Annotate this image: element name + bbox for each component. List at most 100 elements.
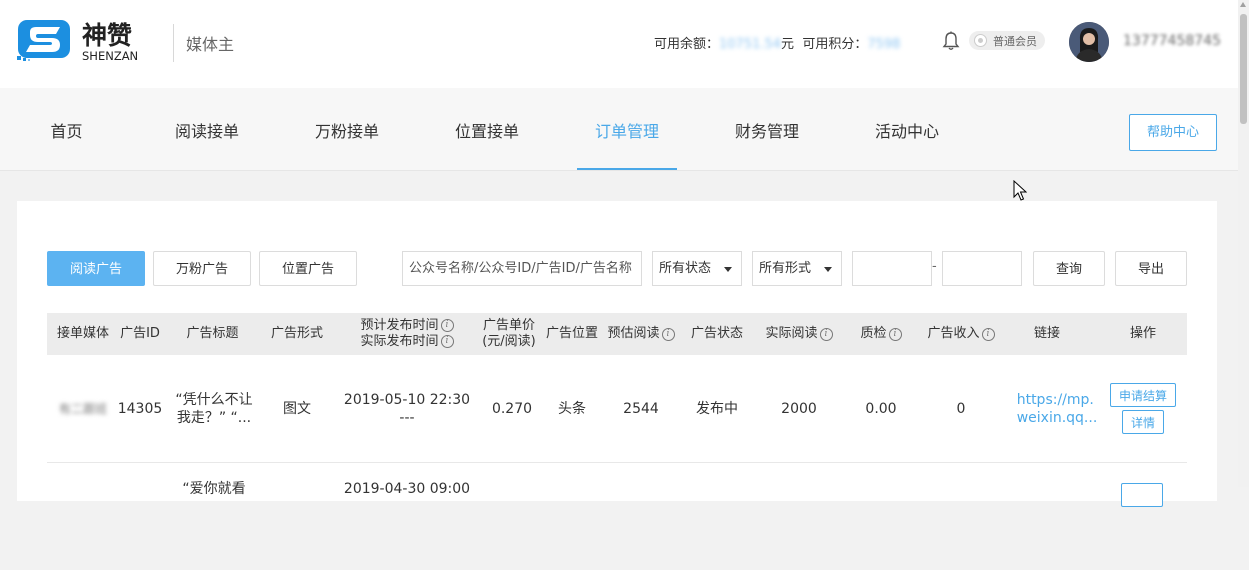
th-time-actual: 实际发布时间 xyxy=(360,334,439,349)
cell-form: 图文 xyxy=(283,400,311,417)
th-time-plan: 预计发布时间 xyxy=(360,318,439,333)
nav-fans-orders[interactable]: 万粉接单 xyxy=(314,88,380,170)
brand-name-cn: 神赞 xyxy=(82,21,132,50)
info-icon[interactable]: i xyxy=(440,335,454,348)
shenzan-logo[interactable]: 神赞 SHENZAN xyxy=(16,18,161,64)
member-level-text: 普通会员 xyxy=(993,34,1037,48)
title-line1: “凭什么不让 xyxy=(175,391,253,408)
form-select-value: 所有形式 xyxy=(759,261,812,276)
form-select[interactable]: 所有形式 xyxy=(752,251,842,286)
cell-actual-reads: 2000 xyxy=(781,400,817,417)
info-icon[interactable]: i xyxy=(819,327,833,341)
status-select-value: 所有状态 xyxy=(659,261,712,276)
detail-button[interactable]: 详情 xyxy=(1122,410,1164,434)
nav-finance[interactable]: 财务管理 xyxy=(734,88,800,170)
cell-publish-time: 2019-05-10 22:30 --- xyxy=(343,355,471,462)
balance-label: 可用余额： xyxy=(654,37,720,52)
table-row: 有二跟班 14305 “凭什么不让 我走？” “... 图文 2019-05-1… xyxy=(47,355,1187,463)
brand-name-en: SHENZAN xyxy=(82,49,138,63)
nav-activity-center[interactable]: 活动中心 xyxy=(874,88,940,170)
th-link: 链接 xyxy=(1033,326,1060,341)
cell-income: 0 xyxy=(956,400,966,417)
nav-order-management[interactable]: 订单管理 xyxy=(577,88,677,170)
th-qc-label: 质检 xyxy=(860,326,887,341)
th-price: 广告单价 (元/阅读) xyxy=(475,313,543,355)
ad-type-fans-button[interactable]: 万粉广告 xyxy=(153,251,251,286)
nav-home[interactable]: 首页 xyxy=(50,88,83,170)
points-label: 可用积分： xyxy=(802,37,868,52)
th-income-label: 广告收入 xyxy=(927,326,980,341)
member-level-badge: 普通会员 xyxy=(969,31,1045,50)
cell-media: 有二跟班 xyxy=(51,355,115,462)
caret-down-icon xyxy=(824,267,832,272)
ad-type-position-button[interactable]: 位置广告 xyxy=(259,251,357,286)
th-ops: 操作 xyxy=(1129,326,1156,341)
logo-divider xyxy=(173,24,174,62)
search-input[interactable]: 公众号名称/公众号ID/广告ID/广告名称 xyxy=(402,251,642,286)
date-range-separator: - xyxy=(932,259,937,274)
th-ad-id: 广告ID xyxy=(120,326,160,341)
points-value: 7598 xyxy=(867,37,901,52)
cell-qc: 0.00 xyxy=(865,400,897,417)
cell-status: 发布中 xyxy=(696,400,738,417)
table-row: “爱你就看 2019-04-30 09:00 xyxy=(47,463,1187,570)
ad-type-read-button[interactable]: 阅读广告 xyxy=(47,251,145,286)
th-est-reads: 预估阅读 i xyxy=(603,313,679,355)
info-icon[interactable]: i xyxy=(440,319,454,332)
time-actual: --- xyxy=(399,409,415,426)
cell-position: 头条 xyxy=(558,400,586,417)
nav-position-orders[interactable]: 位置接单 xyxy=(454,88,520,170)
title-line2: 我走？” “... xyxy=(176,409,252,426)
th-position: 广告位置 xyxy=(545,326,598,341)
caret-down-icon xyxy=(724,267,732,272)
cell-ops xyxy=(1120,463,1164,507)
cell-title: “爱你就看 xyxy=(182,481,246,497)
th-publish-time: 预计发布时间 i 实际发布时间 i xyxy=(343,313,471,355)
export-button[interactable]: 导出 xyxy=(1115,251,1187,286)
info-icon[interactable]: i xyxy=(981,327,995,341)
cell-title: “凭什么不让 我走？” “... xyxy=(169,355,259,462)
query-button[interactable]: 查询 xyxy=(1033,251,1105,286)
info-icon[interactable]: i xyxy=(661,327,675,341)
role-label: 媒体主 xyxy=(186,35,235,54)
cell-price: 0.270 xyxy=(491,400,533,417)
cell-ops: 申请结算 详情 xyxy=(1107,355,1179,462)
media-name: 有二跟班 xyxy=(58,401,107,416)
end-date-input[interactable] xyxy=(942,251,1022,286)
main-nav: 首页 阅读接单 万粉接单 位置接单 订单管理 财务管理 活动中心 帮助中心 xyxy=(0,88,1238,171)
scrollbar-thumb[interactable] xyxy=(1240,14,1247,124)
mouse-cursor-icon xyxy=(1013,179,1028,202)
th-title: 广告标题 xyxy=(186,326,239,341)
apply-settlement-button[interactable]: 申请结算 xyxy=(1110,383,1176,407)
table-header: 接单媒体 广告ID 广告标题 广告形式 预计发布时间 i 实际发布时间 i 广告单价… xyxy=(47,313,1187,355)
page-scrollbar[interactable] xyxy=(1238,0,1249,487)
th-actual-reads: 实际阅读 i xyxy=(759,313,839,355)
info-icon[interactable]: i xyxy=(888,327,902,341)
th-status: 广告状态 xyxy=(690,326,743,341)
member-icon xyxy=(974,34,987,47)
th-price-line2: (元/阅读) xyxy=(482,334,536,349)
balance-unit: 元 xyxy=(781,37,795,52)
help-center-button[interactable]: 帮助中心 xyxy=(1129,114,1217,151)
cell-ad-id: 14305 xyxy=(117,400,163,417)
scroll-up-icon[interactable] xyxy=(1240,2,1246,7)
nav-read-orders[interactable]: 阅读接单 xyxy=(174,88,240,170)
th-actual-reads-label: 实际阅读 xyxy=(765,326,818,341)
th-est-reads-label: 预估阅读 xyxy=(607,326,660,341)
bell-icon[interactable] xyxy=(942,31,960,51)
top-header: 神赞 SHENZAN 媒体主 可用余额：10751.54元 可用积分：7598 … xyxy=(0,0,1238,88)
link-line2[interactable]: weixin.qq... xyxy=(1017,409,1098,427)
phone-number: 13777458745 xyxy=(1123,33,1221,49)
time-plan: 2019-05-10 22:30 xyxy=(343,391,471,408)
th-income: 广告收入 i xyxy=(921,313,1001,355)
th-price-line1: 广告单价 xyxy=(482,318,535,333)
status-select[interactable]: 所有状态 xyxy=(652,251,742,286)
cell-est-reads: 2544 xyxy=(623,400,659,417)
cell-link[interactable]: https://mp. weixin.qq... xyxy=(1011,355,1103,462)
link-line1[interactable]: https://mp. xyxy=(1017,391,1094,409)
th-qc: 质检 i xyxy=(855,313,907,355)
avatar[interactable] xyxy=(1069,22,1109,62)
start-date-input[interactable] xyxy=(852,251,932,286)
cell-publish-time: 2019-04-30 09:00 xyxy=(343,481,471,497)
order-list-card: 阅读广告 万粉广告 位置广告 公众号名称/公众号ID/广告ID/广告名称 所有状… xyxy=(17,201,1217,507)
